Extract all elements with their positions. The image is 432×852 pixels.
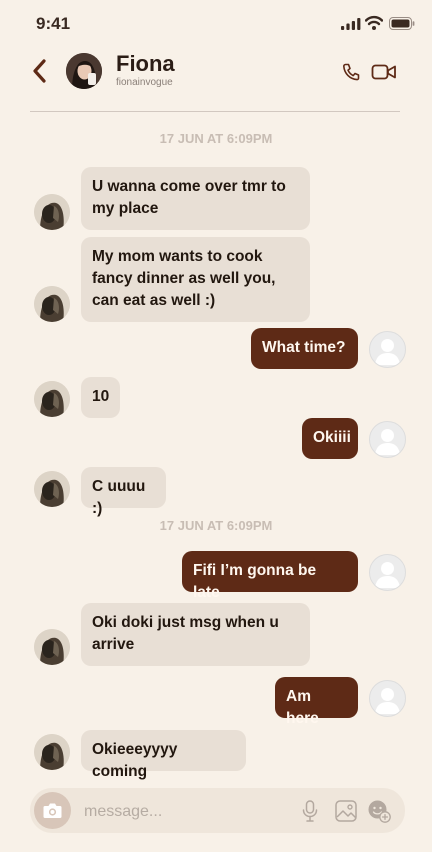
timestamp: 17 JUN AT 6:09PM bbox=[159, 131, 273, 146]
profile-photo bbox=[66, 53, 102, 89]
contact-avatar bbox=[34, 471, 70, 507]
contact-avatar bbox=[34, 734, 70, 770]
status-time: 9:41 bbox=[36, 14, 71, 33]
chat-screen: 9:41 Fiona fionainvogue 17 JUN AT 6:09PM… bbox=[0, 0, 432, 852]
timestamp: 17 JUN AT 6:09PM bbox=[159, 518, 273, 533]
incoming-message: U wanna come over tmr to my place bbox=[81, 167, 310, 230]
status-bar: 9:41 bbox=[0, 0, 432, 46]
incoming-message: 10 bbox=[81, 377, 120, 418]
gallery-icon[interactable] bbox=[335, 800, 357, 822]
video-icon[interactable] bbox=[371, 62, 397, 82]
contact-handle: fionainvogue bbox=[116, 77, 173, 88]
battery-icon bbox=[389, 17, 415, 30]
contact-name: Fiona bbox=[116, 51, 175, 76]
camera-icon bbox=[43, 803, 62, 818]
camera-button[interactable] bbox=[34, 792, 71, 829]
signal-icon bbox=[341, 18, 361, 30]
incoming-message: C uuuu :) bbox=[81, 467, 166, 517]
contact-avatar bbox=[34, 629, 70, 665]
message-composer bbox=[30, 788, 405, 835]
user-avatar bbox=[369, 680, 406, 717]
user-avatar bbox=[369, 331, 406, 368]
outgoing-message: Am here bbox=[275, 677, 358, 727]
avatar[interactable] bbox=[66, 53, 102, 89]
user-avatar bbox=[369, 554, 406, 591]
incoming-message: Oki doki just msg when u arrive bbox=[81, 603, 310, 666]
message-input[interactable] bbox=[82, 788, 286, 835]
back-icon[interactable] bbox=[30, 58, 50, 84]
user-avatar bbox=[369, 421, 406, 458]
outgoing-message: Fifi I’m gonna be late bbox=[182, 551, 358, 601]
outgoing-message: Okiiii bbox=[302, 418, 358, 459]
header-divider bbox=[30, 111, 400, 112]
wifi-icon bbox=[365, 15, 383, 30]
call-icon[interactable] bbox=[341, 62, 361, 82]
incoming-message: My mom wants to cook fancy dinner as wel… bbox=[81, 237, 310, 322]
contact-avatar bbox=[34, 286, 70, 322]
contact-avatar bbox=[34, 194, 70, 230]
sticker-icon[interactable] bbox=[367, 799, 391, 823]
mic-icon[interactable] bbox=[302, 800, 318, 822]
contact-avatar bbox=[34, 381, 70, 417]
incoming-message: Okieeeyyyy coming bbox=[81, 730, 246, 780]
outgoing-message: What time? bbox=[251, 328, 358, 369]
